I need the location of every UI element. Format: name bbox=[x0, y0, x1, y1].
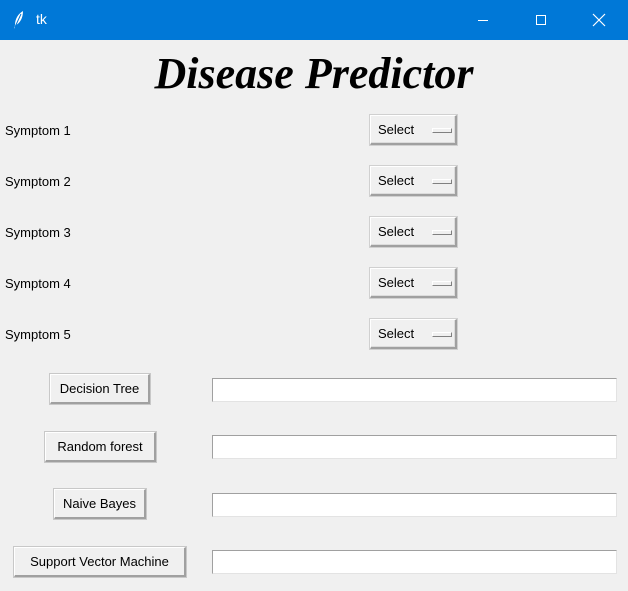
page-title: Disease Predictor bbox=[154, 49, 474, 98]
symptom-5-value: Select bbox=[378, 326, 415, 341]
symptom-5-select[interactable]: Select bbox=[370, 319, 457, 349]
window-titlebar[interactable]: tk bbox=[0, 0, 628, 40]
close-button[interactable] bbox=[570, 0, 628, 40]
symptom-2-value: Select bbox=[378, 173, 415, 188]
decision-tree-result-field[interactable] bbox=[212, 378, 617, 402]
symptom-1-value: Select bbox=[378, 122, 415, 137]
symptom-5-label: Symptom 5 bbox=[5, 327, 71, 342]
minimize-icon bbox=[478, 20, 488, 21]
random-forest-result-field[interactable] bbox=[212, 435, 617, 459]
symptom-1-label: Symptom 1 bbox=[5, 123, 71, 138]
dropdown-indicator-icon bbox=[432, 332, 452, 337]
close-icon bbox=[592, 13, 606, 27]
symptom-3-value: Select bbox=[378, 224, 415, 239]
symptom-4-select[interactable]: Select bbox=[370, 268, 457, 298]
dropdown-indicator-icon bbox=[432, 281, 452, 286]
minimize-button[interactable] bbox=[454, 0, 512, 40]
maximize-button[interactable] bbox=[512, 0, 570, 40]
dropdown-indicator-icon bbox=[432, 230, 452, 235]
symptom-4-value: Select bbox=[378, 275, 415, 290]
symptom-1-select[interactable]: Select bbox=[370, 115, 457, 145]
decision-tree-button[interactable]: Decision Tree bbox=[50, 374, 150, 404]
symptom-2-label: Symptom 2 bbox=[5, 174, 71, 189]
symptom-4-label: Symptom 4 bbox=[5, 276, 71, 291]
dropdown-indicator-icon bbox=[432, 179, 452, 184]
random-forest-button[interactable]: Random forest bbox=[45, 432, 156, 462]
naive-bayes-result-field[interactable] bbox=[212, 493, 617, 517]
symptom-3-select[interactable]: Select bbox=[370, 217, 457, 247]
dropdown-indicator-icon bbox=[432, 128, 452, 133]
window-title: tk bbox=[36, 11, 47, 27]
maximize-icon bbox=[536, 15, 546, 25]
svm-button[interactable]: Support Vector Machine bbox=[14, 547, 186, 577]
symptom-3-label: Symptom 3 bbox=[5, 225, 71, 240]
symptom-2-select[interactable]: Select bbox=[370, 166, 457, 196]
svm-result-field[interactable] bbox=[212, 550, 617, 574]
naive-bayes-button[interactable]: Naive Bayes bbox=[54, 489, 146, 519]
feather-icon bbox=[14, 11, 23, 29]
